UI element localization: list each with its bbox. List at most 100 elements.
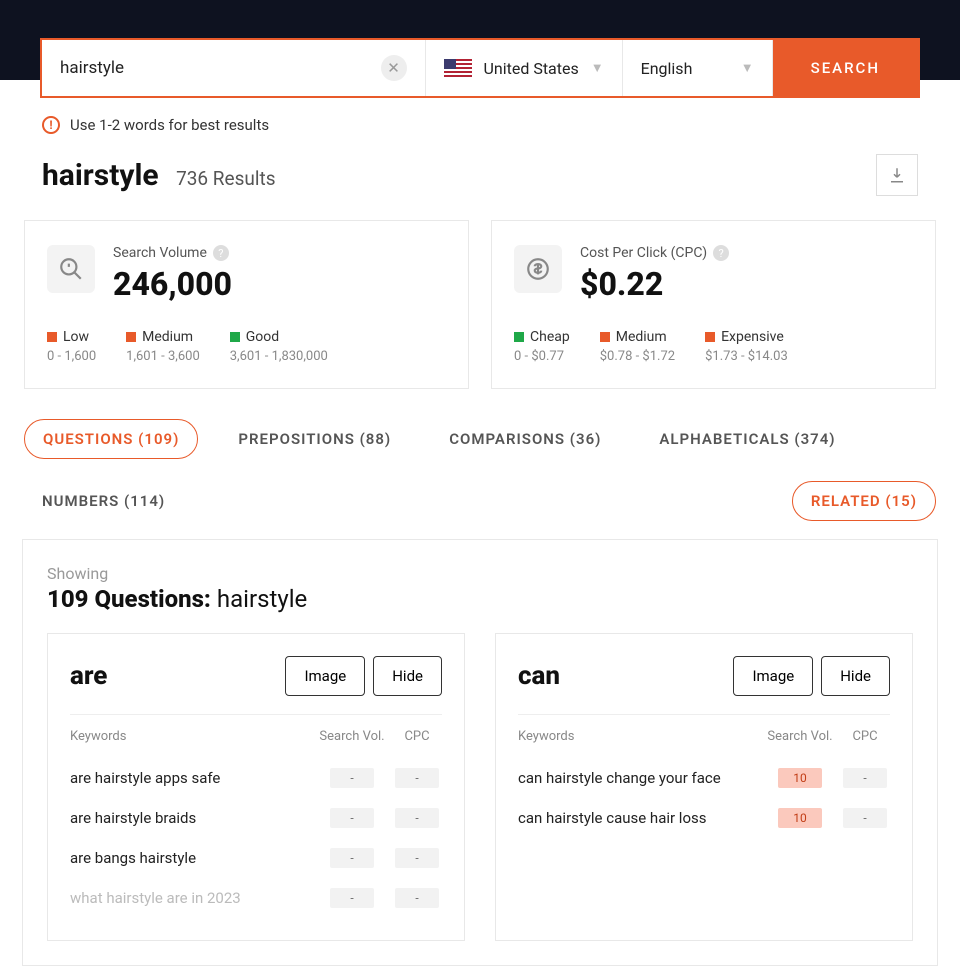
cpc-chip: - [395,848,439,868]
tab[interactable]: NUMBERS (114) [24,482,183,520]
cpc-chip: - [395,888,439,908]
keyword-text: are bangs hairstyle [70,849,312,867]
download-button[interactable] [876,154,918,196]
cpc-label: Cost Per Click (CPC) ? [580,245,729,261]
search-vol-chip: 10 [778,808,822,828]
question-word: can [518,661,560,691]
legend-item: Good 3,601 - 1,830,000 [230,329,328,364]
volume-legend: Low 0 - 1,600 Medium 1,601 - 3,600 Good 3,601… [47,329,446,364]
country-select[interactable]: United States ▼ [426,40,623,96]
legend-name: Cheap [530,329,570,345]
showing-label: Showing [47,564,913,583]
legend-swatch [230,332,240,342]
search-term: hairstyle [42,158,159,193]
panel-title: 109 Questions: hairstyle [47,585,913,613]
alert-icon: ! [42,116,60,134]
metrics-row: Search Volume ? 246,000 Low 0 - 1,600 Medi… [22,220,938,419]
page-title: hairstyle 736 Results [42,158,276,193]
keyword-text: are hairstyle apps safe [70,769,312,787]
help-icon[interactable]: ? [213,245,229,261]
legend-item: Cheap 0 - $0.77 [514,329,570,364]
volume-value: 246,000 [113,265,232,303]
legend-name: Low [63,329,89,345]
search-vol-chip: - [330,888,374,908]
legend-range: 3,601 - 1,830,000 [230,349,328,364]
keyword-row[interactable]: can hairstyle cause hair loss 10 - [518,798,890,838]
legend-name: Good [246,329,279,345]
help-icon[interactable]: ? [713,245,729,261]
legend-range: 0 - $0.77 [514,349,570,364]
keyword-text: can hairstyle cause hair loss [518,809,760,827]
search-bar: ✕ United States ▼ English ▼ SEARCH [40,38,920,98]
search-box: ✕ [42,40,426,96]
cpc-chip: - [395,768,439,788]
hide-button[interactable]: Hide [821,656,890,696]
search-volume-card: Search Volume ? 246,000 Low 0 - 1,600 Medi… [24,220,469,389]
hide-button[interactable]: Hide [373,656,442,696]
keyword-text: what hairstyle are in 2023 [70,889,312,907]
search-vol-chip: - [330,848,374,868]
hint-row: ! Use 1-2 words for best results [22,98,938,144]
cpc-chip: - [843,808,887,828]
keyword-row[interactable]: are hairstyle apps safe-- [70,758,442,798]
tab[interactable]: ALPHABETICALS (374) [641,420,853,458]
keyword-text: are hairstyle braids [70,809,312,827]
magnifier-icon [47,245,95,293]
question-card: are ImageHide KeywordsSearch Vol.CPC are ha… [47,633,465,941]
keyword-row[interactable]: are bangs hairstyle-- [70,838,442,878]
legend-swatch [514,332,524,342]
question-grid: areImageHideKeywordsSearch Vol.CPCare ha… [47,633,913,941]
legend-item: Low 0 - 1,600 [47,329,96,364]
tab[interactable]: PREPOSITIONS (88) [220,420,409,458]
keyword-row[interactable]: can hairstyle change your face 10 - [518,758,890,798]
search-vol-chip: - [330,808,374,828]
search-vol-chip: - [330,768,374,788]
legend-range: 1,601 - 3,600 [126,349,200,364]
legend-swatch [47,332,57,342]
legend-name: Medium [616,329,667,345]
cpc-card: Cost Per Click (CPC) ? $0.22 Cheap 0 - $0… [491,220,936,389]
question-card: can ImageHide KeywordsSearch Vol.CPC can ha… [495,633,913,941]
chevron-down-icon: ▼ [591,60,604,76]
legend-range: $0.78 - $1.72 [600,349,675,364]
column-headers: KeywordsSearch Vol.CPC [70,729,442,744]
search-input[interactable] [60,58,381,78]
legend-swatch [126,332,136,342]
legend-item: Medium 1,601 - 3,600 [126,329,200,364]
legend-name: Medium [142,329,193,345]
legend-item: Expensive $1.73 - $14.03 [705,329,788,364]
keyword-text: can hairstyle change your face [518,769,760,787]
legend-item: Medium $0.78 - $1.72 [600,329,675,364]
legend-range: 0 - 1,600 [47,349,96,364]
legend-swatch [705,332,715,342]
clear-icon[interactable]: ✕ [381,55,407,81]
cpc-legend: Cheap 0 - $0.77 Medium $0.78 - $1.72 Expensi… [514,329,913,364]
cpc-chip: - [843,768,887,788]
dollar-icon [514,245,562,293]
cpc-chip: - [395,808,439,828]
image-button[interactable]: Image [285,656,365,696]
chevron-down-icon: ▼ [741,60,754,76]
volume-label: Search Volume ? [113,245,232,261]
tab[interactable]: QUESTIONS (109) [24,419,198,459]
legend-range: $1.73 - $14.03 [705,349,788,364]
language-select[interactable]: English ▼ [623,40,773,96]
column-headers: KeywordsSearch Vol.CPC [518,729,890,744]
search-button[interactable]: SEARCH [773,40,918,96]
questions-panel: Showing 109 Questions: hairstyle are Imag… [22,539,938,966]
question-word: are [70,661,107,691]
tab[interactable]: COMPARISONS (36) [431,420,619,458]
result-count: 736 Results [176,167,275,190]
language-label: English [641,59,729,78]
legend-name: Expensive [721,329,784,345]
hint-text: Use 1-2 words for best results [70,116,269,134]
image-button[interactable]: Image [733,656,813,696]
search-vol-chip: 10 [778,768,822,788]
tab-related[interactable]: RELATED (15) [792,481,936,521]
country-label: United States [484,59,579,78]
title-row: hairstyle 736 Results [22,144,938,220]
keyword-row[interactable]: are hairstyle braids-- [70,798,442,838]
legend-swatch [600,332,610,342]
keyword-row[interactable]: what hairstyle are in 2023-- [70,878,442,918]
cpc-value: $0.22 [580,265,729,303]
